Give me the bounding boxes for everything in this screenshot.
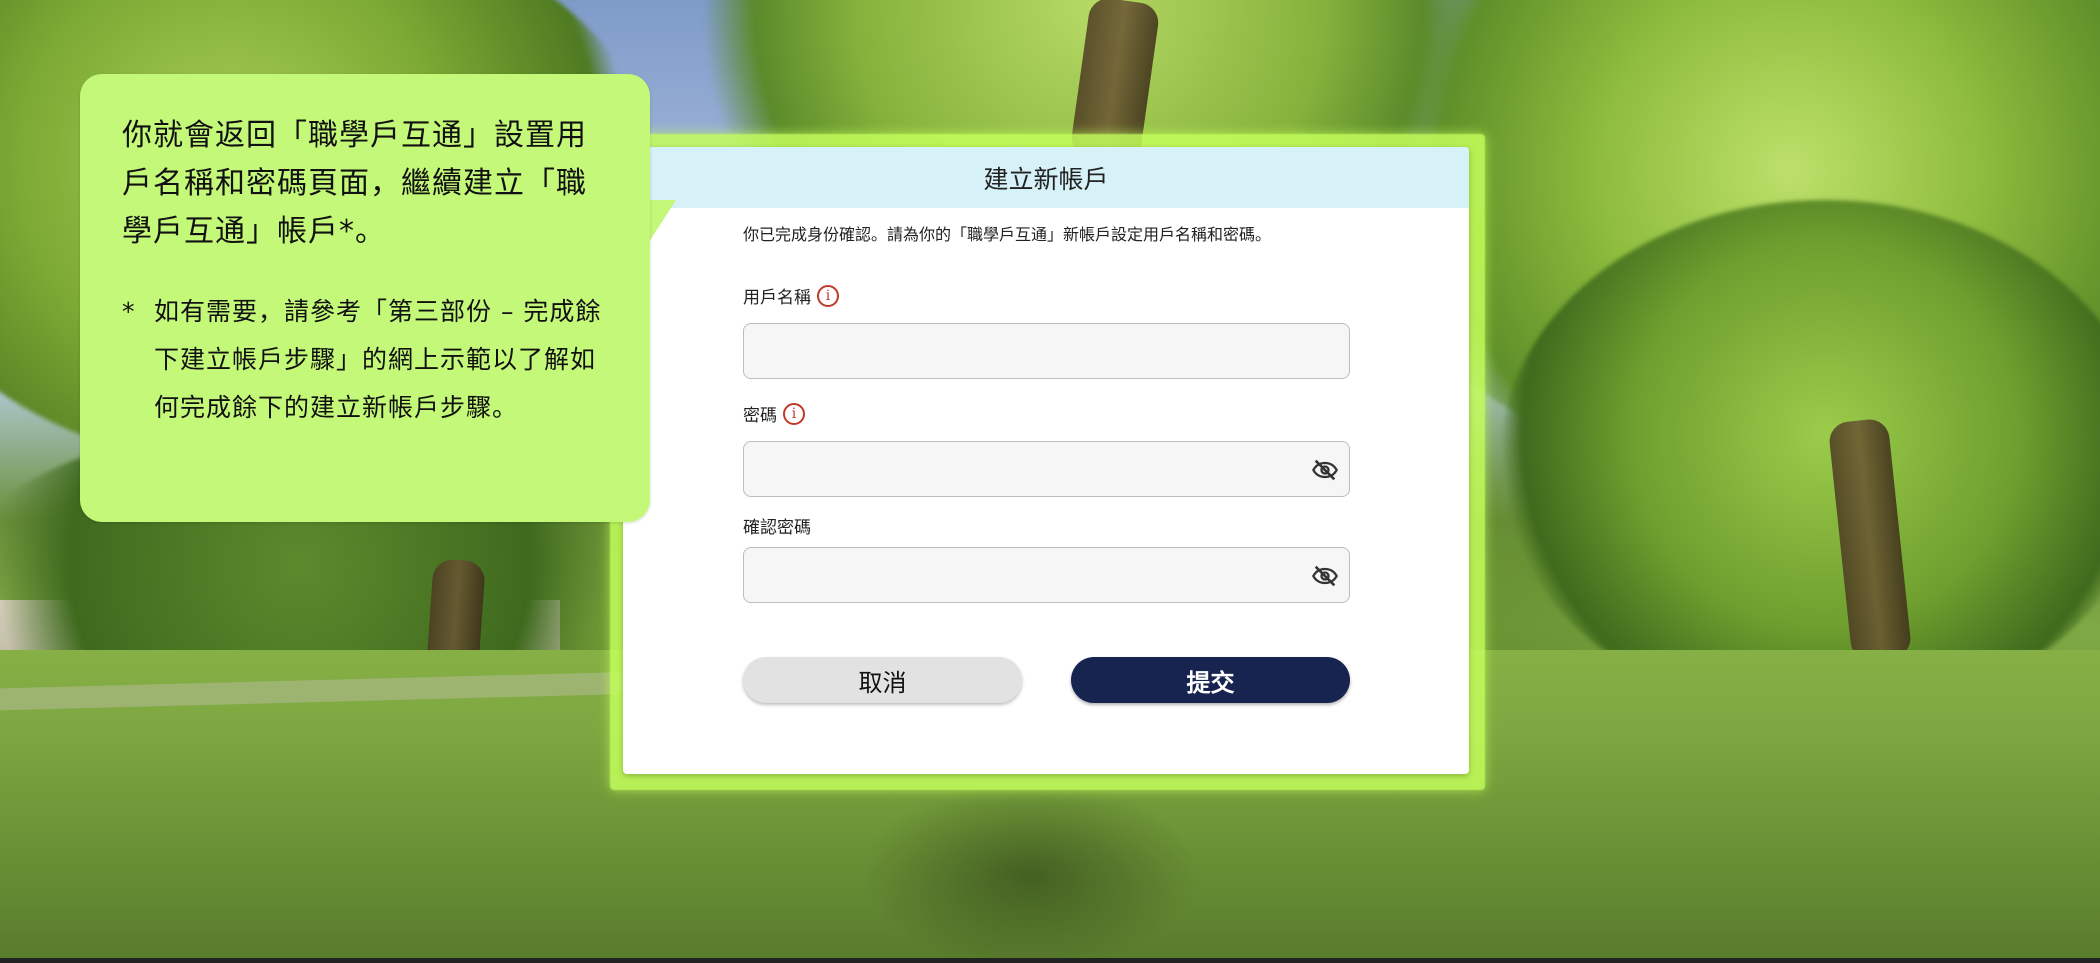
cancel-button[interactable]: 取消 bbox=[743, 657, 1022, 703]
confirm-password-input[interactable] bbox=[744, 548, 1349, 602]
card-title: 建立新帳戶 bbox=[623, 147, 1469, 208]
username-label-row: 用戶名稱 i bbox=[743, 283, 839, 308]
password-input-box[interactable] bbox=[743, 441, 1350, 497]
background-shadow bbox=[860, 780, 1200, 963]
confirm-password-label-row: 確認密碼 bbox=[743, 513, 811, 538]
password-input[interactable] bbox=[744, 442, 1349, 496]
submit-button[interactable]: 提交 bbox=[1071, 657, 1350, 703]
footnote-text: 如有需要，請參考「第三部份 – 完成餘下建立帳戶步驟」的網上示範以了解如何完成餘… bbox=[154, 297, 602, 422]
confirm-password-input-box[interactable] bbox=[743, 547, 1350, 603]
intro-text: 你已完成身份確認。請為你的「職學戶互通」新帳戶設定用戶名稱和密碼。 bbox=[743, 225, 1272, 244]
instruction-callout: 你就會返回「職學戶互通」設置用戶名稱和密碼頁面，繼續建立「職學戶互通」帳戶*。 … bbox=[80, 74, 650, 522]
password-label: 密碼 bbox=[743, 406, 777, 426]
bottom-edge-bar bbox=[0, 958, 2100, 963]
username-input-box[interactable] bbox=[743, 323, 1350, 379]
background-scene: 建立新帳戶 你已完成身份確認。請為你的「職學戶互通」新帳戶設定用戶名稱和密碼。 … bbox=[0, 0, 2100, 963]
callout-footnote: * 如有需要，請參考「第三部份 – 完成餘下建立帳戶步驟」的網上示範以了解如何完… bbox=[122, 288, 616, 432]
footnote-mark: * bbox=[122, 297, 136, 326]
eye-slash-icon[interactable] bbox=[1311, 562, 1339, 590]
eye-slash-icon[interactable] bbox=[1311, 456, 1339, 484]
username-label: 用戶名稱 bbox=[743, 288, 811, 308]
password-label-row: 密碼 i bbox=[743, 401, 805, 426]
info-icon[interactable]: i bbox=[783, 402, 805, 425]
info-icon[interactable]: i bbox=[817, 284, 839, 307]
create-account-card: 建立新帳戶 你已完成身份確認。請為你的「職學戶互通」新帳戶設定用戶名稱和密碼。 … bbox=[623, 147, 1469, 774]
username-input[interactable] bbox=[744, 324, 1349, 378]
callout-main-text: 你就會返回「職學戶互通」設置用戶名稱和密碼頁面，繼續建立「職學戶互通」帳戶*。 bbox=[122, 118, 587, 249]
confirm-password-label: 確認密碼 bbox=[743, 518, 811, 538]
